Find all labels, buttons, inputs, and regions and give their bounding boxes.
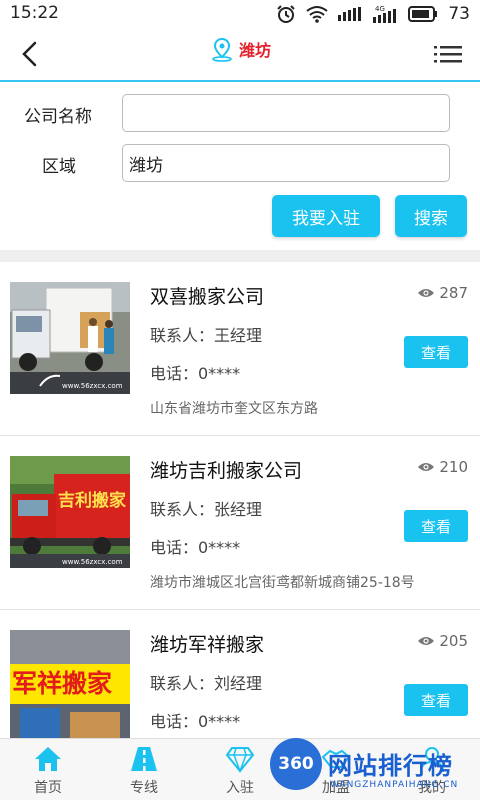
view-button[interactable]: 查看 [404, 510, 468, 542]
list-item[interactable]: 吉利搬家 www.56zxcx.com 潍坊吉利搬家公司 210 联系人：张经理… [0, 436, 480, 610]
status-bar: 15:22 4G 73 [0, 0, 480, 28]
home-icon [35, 747, 61, 771]
status-time: 15:22 [10, 3, 59, 23]
menu-button[interactable] [432, 40, 464, 68]
phone-number: 电话：0**** [150, 538, 241, 557]
tab-routes[interactable]: 专线 [96, 739, 192, 800]
alarm-icon [277, 5, 296, 23]
svg-text:军祥搬家: 军祥搬家 [12, 669, 112, 698]
eye-icon [418, 637, 435, 645]
company-name-label: 公司名称 [24, 107, 92, 127]
region-input[interactable] [122, 144, 450, 182]
nav-title: 潍坊 [238, 41, 271, 60]
company-list: www.56zxcx.com 双喜搬家公司 287 联系人：王经理 电话：0**… [0, 262, 480, 738]
svg-text:4G: 4G [375, 5, 385, 13]
view-button[interactable]: 查看 [404, 684, 468, 716]
company-name-input[interactable] [122, 94, 450, 132]
search-form: 公司名称 区域 我要入驻 搜索 [0, 84, 480, 250]
road-icon [131, 747, 157, 771]
company-photo: 军祥搬家 [10, 630, 130, 738]
view-count: 287 [417, 284, 468, 302]
view-count-value: 210 [439, 458, 468, 476]
section-divider [0, 250, 480, 262]
region-label: 区域 [42, 157, 76, 177]
contact-person: 联系人：张经理 [150, 500, 263, 519]
address: 山东省潍坊市奎文区东方路 [150, 401, 318, 417]
join-button[interactable]: 我要入驻 [272, 195, 380, 237]
company-photo: www.56zxcx.com [10, 282, 130, 394]
company-name: 潍坊军祥搬家 [150, 634, 265, 656]
battery-icon [408, 6, 438, 22]
list-item[interactable]: 军祥搬家 潍坊军祥搬家 205 联系人：刘经理 电话：0**** 查看 [0, 610, 480, 738]
diamond-icon [225, 747, 255, 773]
tab-home[interactable]: 首页 [0, 739, 96, 800]
company-name: 双喜搬家公司 [150, 286, 265, 308]
phone-number: 电话：0**** [150, 712, 241, 731]
tab-label: 专线 [130, 780, 158, 796]
signal-4g-icon: 4G [373, 5, 397, 23]
status-icons: 4G 73 [276, 2, 470, 26]
view-count: 210 [417, 458, 468, 476]
watermark-subtitle: WANGZHANPAIHANG.CN [330, 780, 459, 790]
location-selector[interactable]: 潍坊 [0, 36, 480, 62]
wifi-icon [306, 6, 328, 23]
watermark-360-badge: 360 [270, 738, 322, 790]
view-count: 205 [417, 632, 468, 650]
location-pin-icon [212, 37, 232, 62]
list-item[interactable]: www.56zxcx.com 双喜搬家公司 287 联系人：王经理 电话：0**… [0, 262, 480, 436]
view-button[interactable]: 查看 [404, 336, 468, 368]
company-name: 潍坊吉利搬家公司 [150, 460, 303, 482]
contact-person: 联系人：刘经理 [150, 674, 263, 693]
view-count-value: 205 [439, 632, 468, 650]
view-count-value: 287 [439, 284, 468, 302]
contact-person: 联系人：王经理 [150, 326, 263, 345]
nav-bar: 潍坊 [0, 28, 480, 82]
eye-icon [418, 289, 435, 297]
signal-icon [338, 7, 362, 21]
svg-text:www.56zxcx.com: www.56zxcx.com [62, 558, 123, 566]
battery-level: 73 [448, 4, 470, 24]
watermark-title: 网站排行榜 [328, 752, 453, 780]
svg-text:吉利搬家: 吉利搬家 [58, 490, 126, 511]
list-menu-icon [434, 46, 462, 63]
company-photo: 吉利搬家 www.56zxcx.com [10, 456, 130, 568]
address: 潍坊市潍城区北宫街鸢都新城商铺25-18号 [150, 575, 415, 591]
search-button[interactable]: 搜索 [395, 195, 467, 237]
phone-number: 电话：0**** [150, 364, 241, 383]
tab-label: 首页 [34, 780, 62, 796]
watermark-logo: 360 网站排行榜 WANGZHANPAIHANG.CN [270, 736, 480, 800]
svg-text:www.56zxcx.com: www.56zxcx.com [62, 382, 123, 390]
eye-icon [418, 463, 435, 471]
